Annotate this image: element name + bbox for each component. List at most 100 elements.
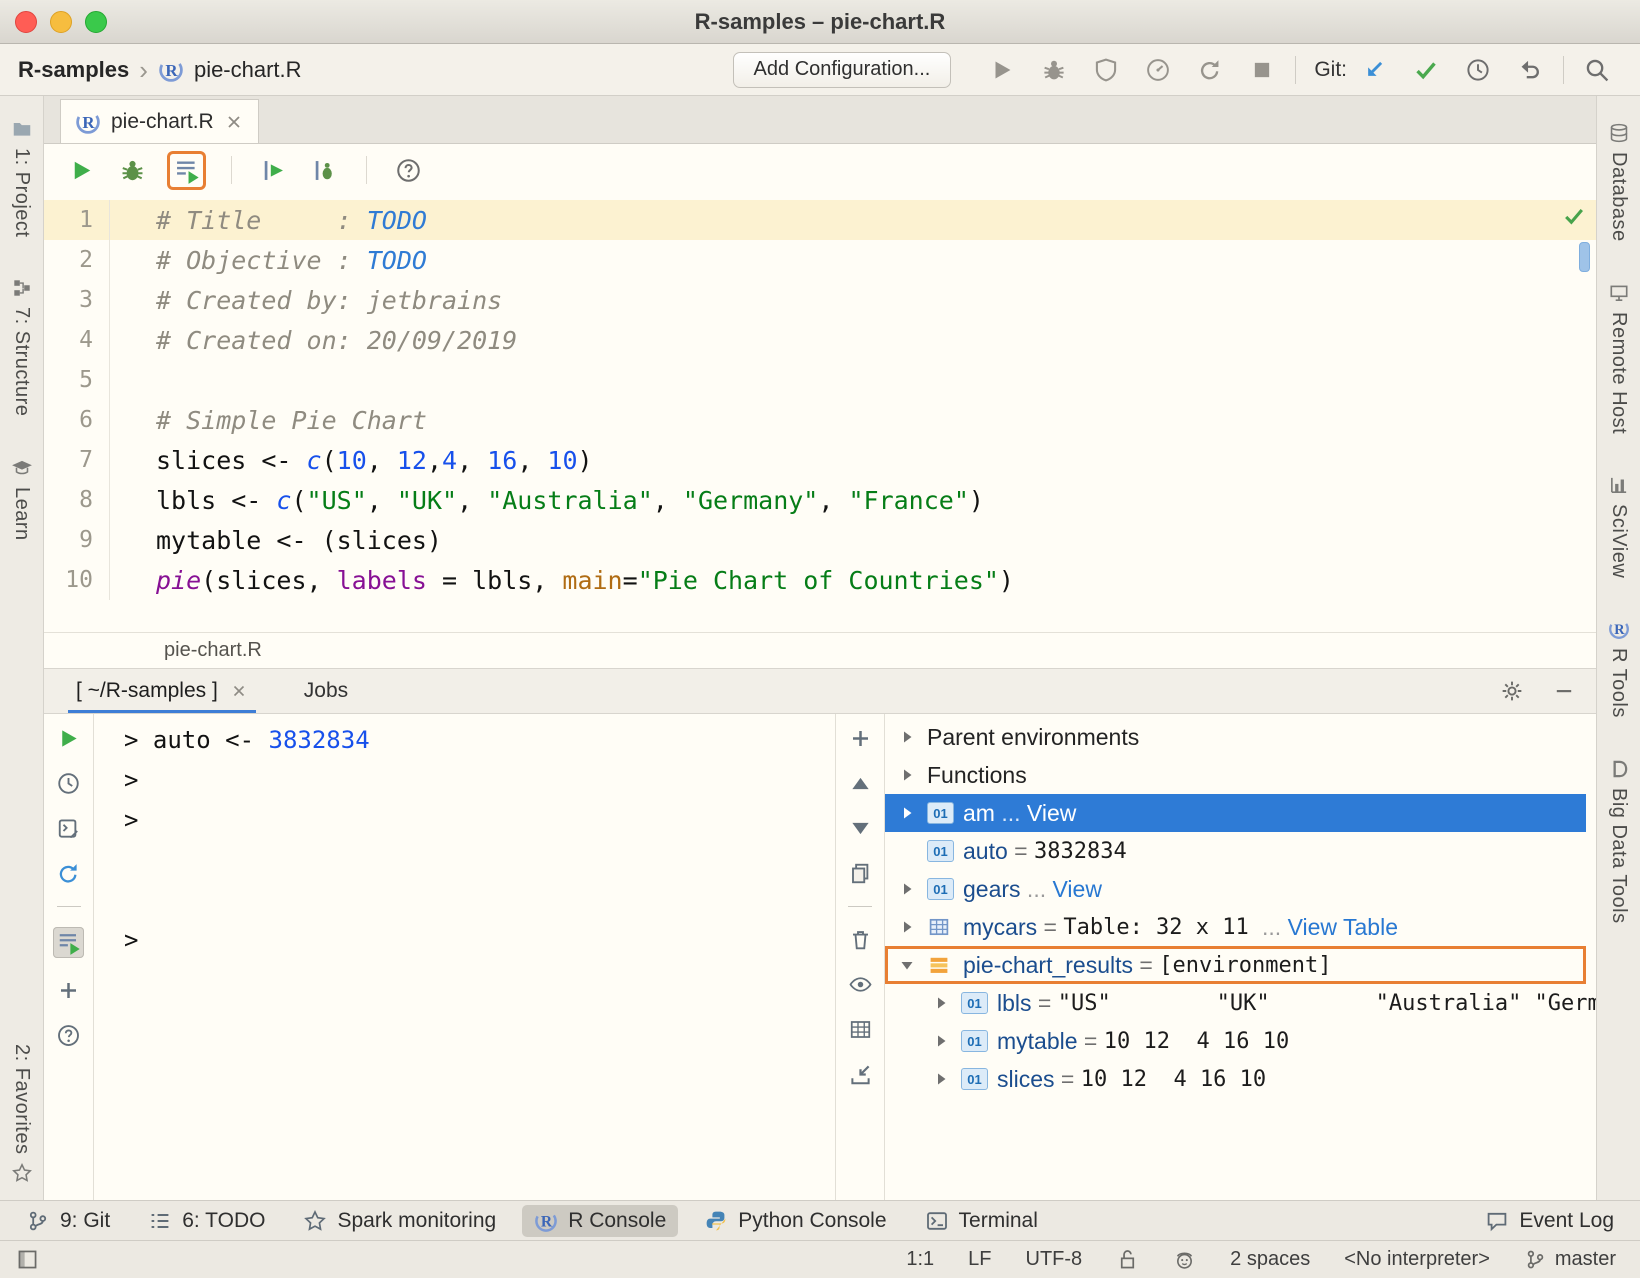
run-selection-icon[interactable] [173, 157, 200, 184]
pressed-toggle[interactable] [53, 927, 84, 958]
debug-caret-icon[interactable] [311, 157, 338, 184]
variable-row[interactable]: 01lbls = "US" "UK" "Australia" "German [885, 984, 1586, 1022]
tool-button-sciview[interactable]: SciView [1607, 474, 1630, 578]
tool-button-remote-host[interactable]: Remote Host [1607, 282, 1630, 434]
lock-item[interactable] [1116, 1248, 1139, 1271]
collapse-toggle[interactable] [897, 955, 927, 975]
toolwindow-button-terminal[interactable]: Terminal [913, 1205, 1050, 1237]
edit-console-icon[interactable] [56, 816, 81, 841]
caret-position[interactable]: 1:1 [906, 1248, 934, 1271]
variable-row[interactable]: 01slices = 10 12 4 16 10 [885, 1060, 1586, 1098]
copy-icon[interactable] [848, 861, 873, 886]
interpreter-selector[interactable]: <No interpreter> [1344, 1248, 1490, 1271]
update-icon[interactable] [1361, 57, 1387, 83]
restart-icon[interactable] [56, 861, 81, 886]
line-number[interactable]: 3 [44, 280, 110, 320]
layout-toggle-icon[interactable] [16, 1248, 39, 1271]
git-branch-widget[interactable]: master [1524, 1248, 1616, 1271]
inspections-ok-icon[interactable] [1562, 204, 1586, 228]
code-line[interactable]: 9mytable <- (slices) [44, 520, 1596, 560]
code-editor[interactable]: 1# Title : TODO2# Objective : TODO3# Cre… [44, 196, 1596, 632]
code-line[interactable]: 4# Created on: 20/09/2019 [44, 320, 1596, 360]
code-line[interactable]: 2# Objective : TODO [44, 240, 1596, 280]
line-number[interactable]: 6 [44, 400, 110, 440]
code-line[interactable]: 10pie(slices, labels = lbls, main="Pie C… [44, 560, 1596, 600]
run-icon[interactable] [56, 726, 81, 751]
indent-info[interactable]: 2 spaces [1230, 1248, 1310, 1271]
rollback-icon[interactable] [1517, 57, 1543, 83]
eye-icon[interactable] [848, 972, 873, 997]
tool-button-project[interactable]: 1: Project [10, 118, 33, 237]
trash-icon[interactable] [848, 927, 873, 952]
tool-button-database[interactable]: Database [1607, 122, 1630, 242]
expand-toggle[interactable] [897, 727, 927, 747]
expand-toggle[interactable] [931, 993, 961, 1013]
tool-button-favorites[interactable]: 2: Favorites [10, 1044, 33, 1184]
close-window-button[interactable] [15, 11, 37, 33]
stop-icon[interactable] [1249, 57, 1275, 83]
variable-row[interactable]: 01am ... View [885, 794, 1586, 832]
toolwindow-button-todo[interactable]: 6: TODO [136, 1205, 277, 1237]
code-line[interactable]: 1# Title : TODO [44, 200, 1596, 240]
console-output[interactable]: > auto <- 3832834 > > > [94, 714, 835, 1200]
code-line[interactable]: 3# Created by: jetbrains [44, 280, 1596, 320]
plus-icon[interactable] [56, 978, 81, 1003]
toolwindow-button-r-console[interactable]: RR Console [522, 1205, 678, 1237]
import-icon[interactable] [848, 1062, 873, 1087]
line-number[interactable]: 1 [44, 200, 110, 240]
clock-icon[interactable] [56, 771, 81, 796]
view-link[interactable]: View [1053, 876, 1102, 903]
expand-toggle[interactable] [931, 1031, 961, 1051]
view-link[interactable]: View Table [1288, 914, 1398, 941]
breadcrumb-project[interactable]: R-samples [18, 57, 129, 83]
tool-button-structure[interactable]: 7: Structure [10, 277, 33, 416]
variable-row[interactable]: 01auto = 3832834 [885, 832, 1586, 870]
variable-row[interactable]: 01gears ... View [885, 870, 1586, 908]
expand-toggle[interactable] [897, 917, 927, 937]
bug-dim-icon[interactable] [1041, 57, 1067, 83]
run-icon[interactable] [68, 157, 95, 184]
breadcrumb-file[interactable]: pie-chart.R [194, 57, 302, 83]
commit-icon[interactable] [1413, 57, 1439, 83]
close-tab-icon[interactable] [230, 682, 248, 700]
close-tab-icon[interactable] [224, 112, 244, 132]
play-dim-icon[interactable] [989, 57, 1015, 83]
highlighting-level-item[interactable] [1173, 1248, 1196, 1271]
toolwindow-button-python-console[interactable]: Python Console [692, 1205, 898, 1237]
minimize-window-button[interactable] [50, 11, 72, 33]
plus-icon[interactable] [848, 726, 873, 751]
help-icon[interactable] [56, 1023, 81, 1048]
console-tab-jobs[interactable]: Jobs [296, 669, 356, 713]
expand-toggle[interactable] [897, 879, 927, 899]
variable-row[interactable]: Functions [885, 756, 1586, 794]
add-configuration-button[interactable]: Add Configuration... [733, 52, 952, 88]
run-caret-icon[interactable] [260, 157, 287, 184]
line-separator[interactable]: LF [968, 1248, 991, 1271]
softwrap-icon[interactable] [56, 930, 81, 955]
line-number[interactable]: 8 [44, 480, 110, 520]
tool-button-big-data-tools[interactable]: Big Data Tools [1607, 758, 1630, 924]
variable-row[interactable]: 01mytable = 10 12 4 16 10 [885, 1022, 1586, 1060]
tool-button-learn[interactable]: Learn [10, 457, 33, 541]
toolwindow-button-git[interactable]: 9: Git [14, 1205, 122, 1237]
toolwindow-button-spark-monitoring[interactable]: Spark monitoring [291, 1205, 508, 1237]
line-number[interactable]: 4 [44, 320, 110, 360]
console-tab-r-samples[interactable]: [ ~/R-samples ] [68, 669, 256, 713]
line-number[interactable]: 5 [44, 360, 110, 400]
variable-row[interactable]: Parent environments [885, 718, 1586, 756]
code-line[interactable]: 7slices <- c(10, 12,4, 16, 10) [44, 440, 1596, 480]
line-number[interactable]: 2 [44, 240, 110, 280]
breadcrumb-file-item[interactable]: pie-chart.R [164, 639, 262, 662]
expand-toggle[interactable] [931, 1069, 961, 1089]
clock-icon[interactable] [1465, 57, 1491, 83]
up-icon[interactable] [848, 771, 873, 796]
toolwindow-button-event-log[interactable]: Event Log [1473, 1205, 1626, 1237]
variable-row[interactable]: pie-chart_results = [environment] [885, 946, 1586, 984]
line-number[interactable]: 10 [44, 560, 110, 600]
view-link[interactable]: View [1027, 800, 1076, 827]
coverage-icon[interactable] [1093, 57, 1119, 83]
expand-toggle[interactable] [897, 803, 927, 823]
editor-tab-pie-chart[interactable]: R pie-chart.R [60, 99, 259, 143]
down-icon[interactable] [848, 816, 873, 841]
tool-button-r-tools[interactable]: RR Tools [1607, 618, 1630, 718]
